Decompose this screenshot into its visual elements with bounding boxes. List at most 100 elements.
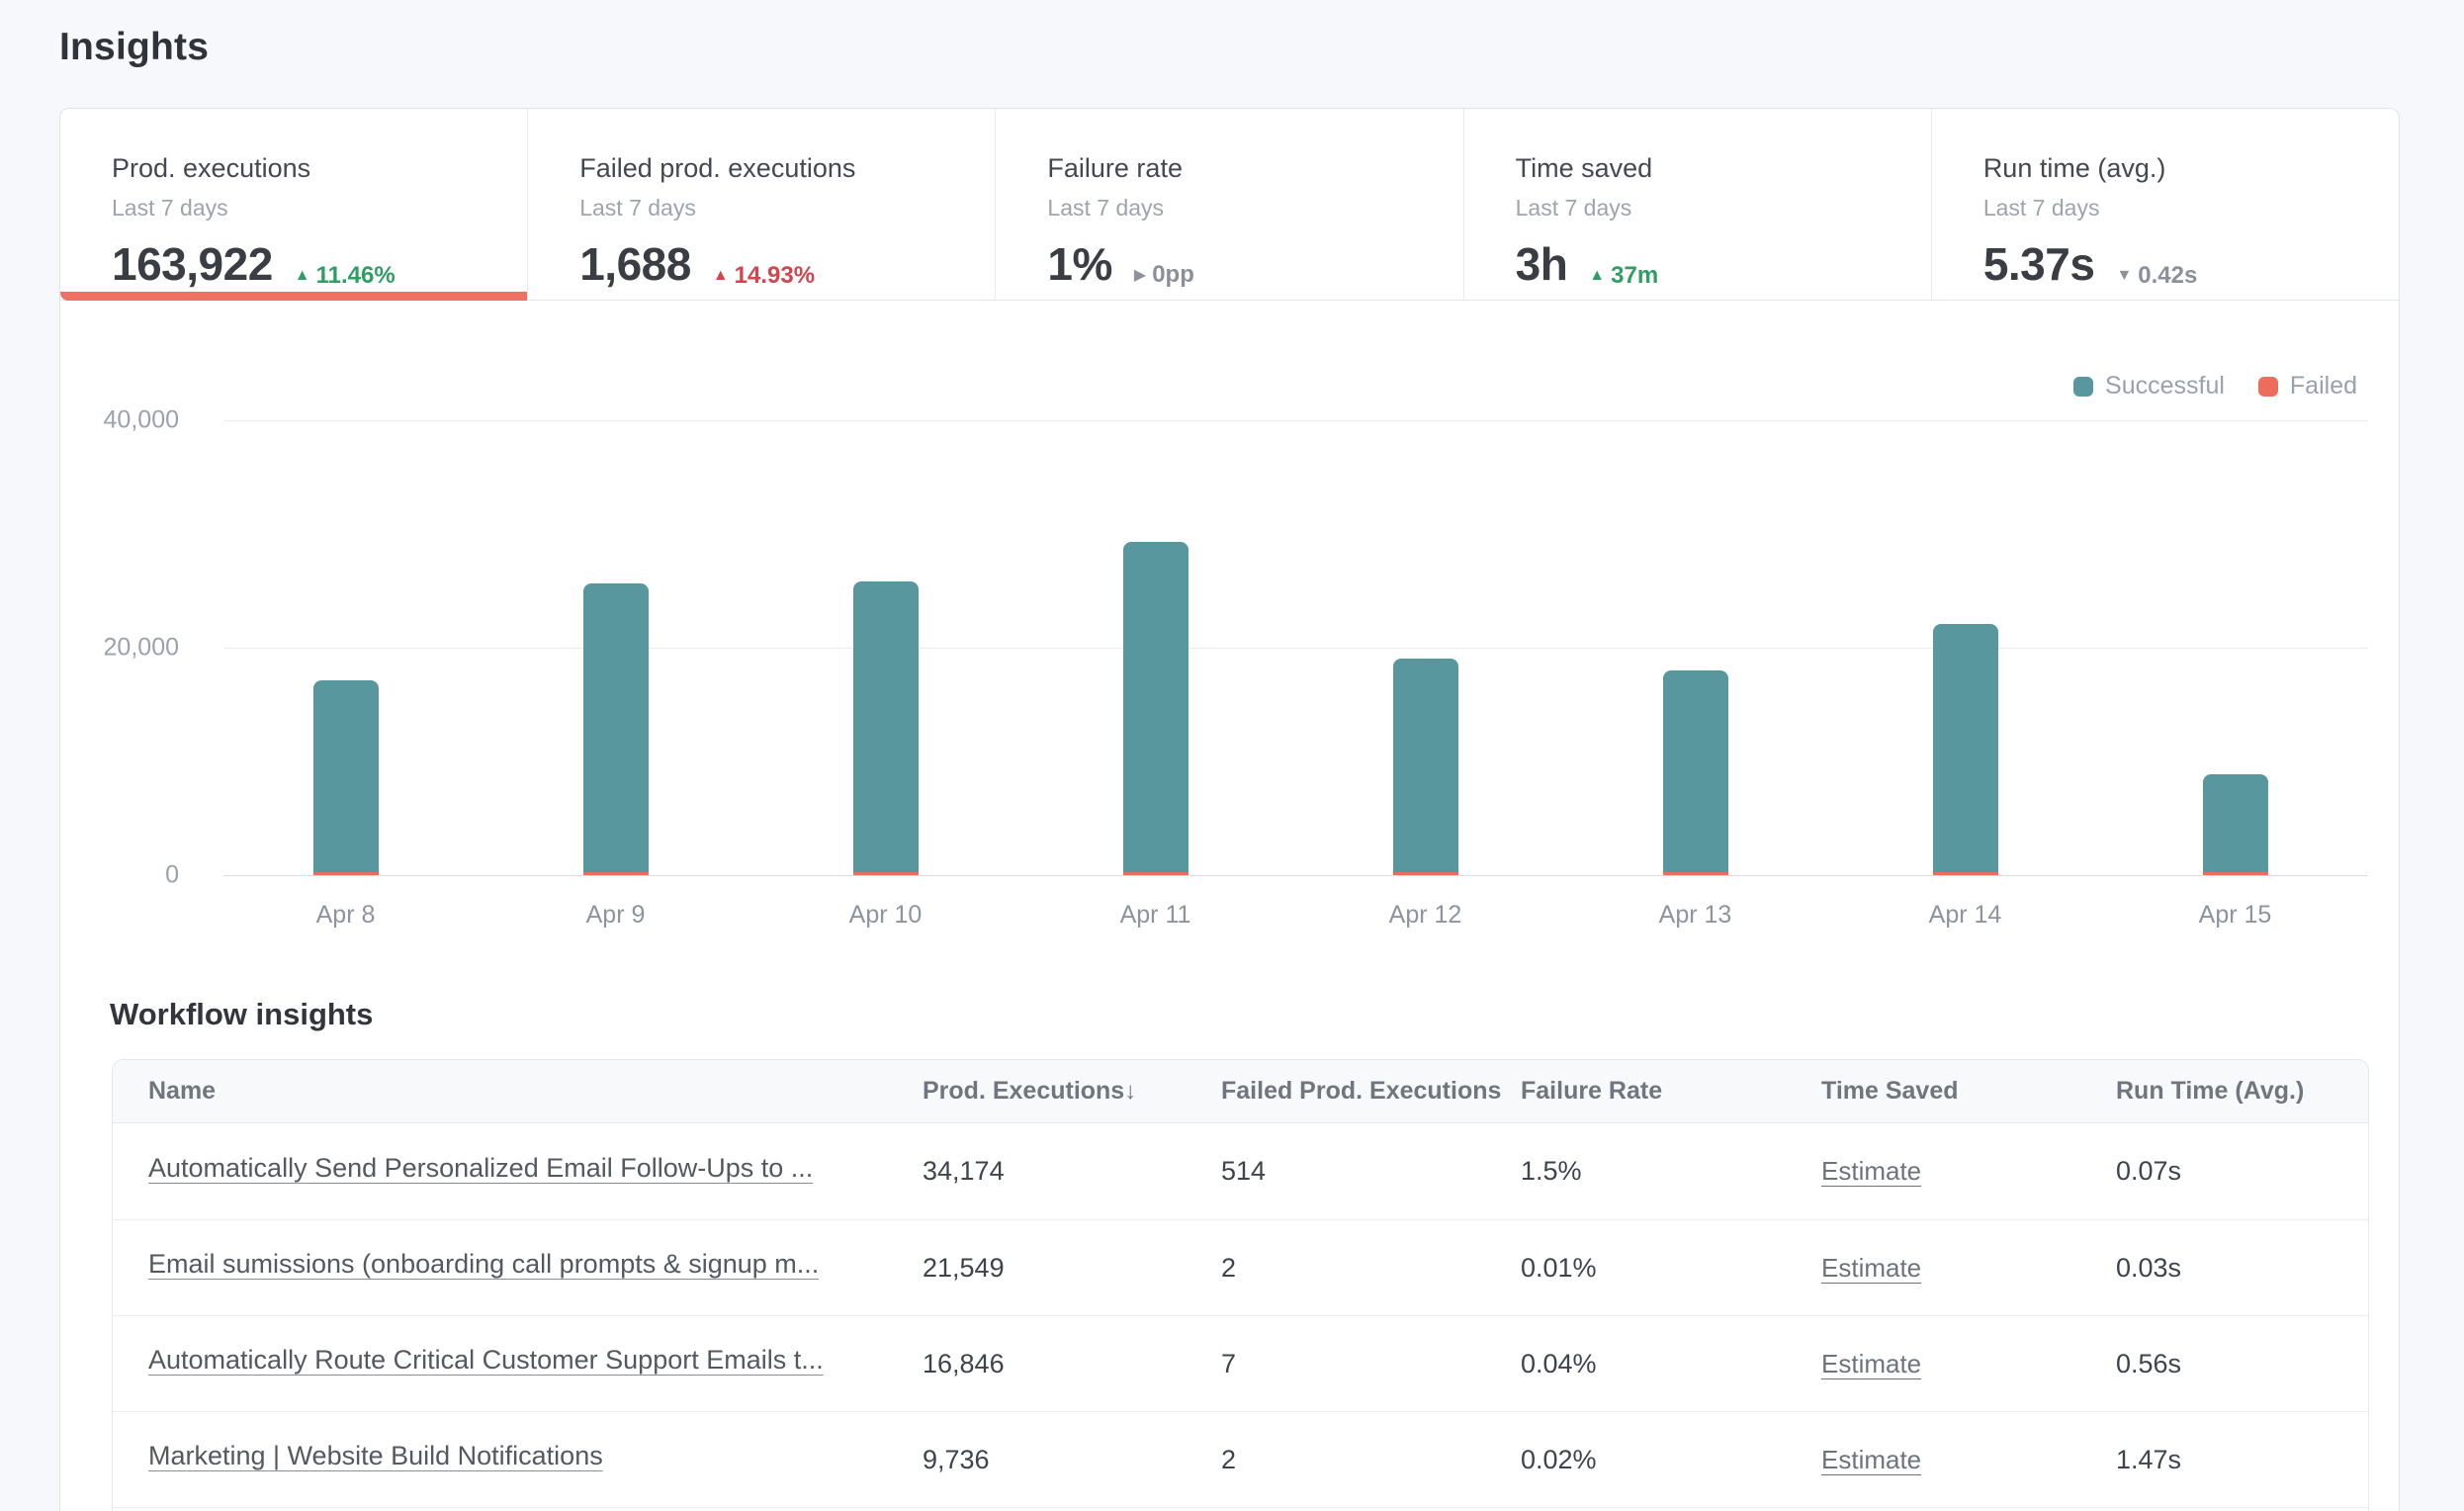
- metric-cards-row: Prod. executions Last 7 days 163,922 ▲ 1…: [60, 109, 2399, 301]
- run-time-value: 0.03s: [2116, 1253, 2369, 1284]
- failure-rate-value: 0.01%: [1521, 1253, 1821, 1284]
- card-run-time-avg[interactable]: Run time (avg.) Last 7 days 5.37s ▼ 0.42…: [1931, 109, 2399, 300]
- trend-up-icon: ▲: [713, 267, 729, 285]
- trend-value: 11.46%: [316, 262, 396, 290]
- successful-segment: [1123, 542, 1188, 872]
- failed-executions-value: 514: [1221, 1156, 1521, 1187]
- card-time-saved[interactable]: Time saved Last 7 days 3h ▲ 37m: [1463, 109, 1931, 300]
- failed-segment: [313, 872, 379, 875]
- estimate-link[interactable]: Estimate: [1821, 1349, 1921, 1378]
- run-time-value: 0.07s: [2116, 1156, 2369, 1187]
- trend-value: 0pp: [1152, 261, 1194, 289]
- estimate-link[interactable]: Estimate: [1821, 1253, 1921, 1283]
- card-value: 163,922: [112, 237, 273, 291]
- trend-badge: ▶ 0pp: [1134, 261, 1194, 289]
- bar-apr-11: [1123, 542, 1188, 875]
- failed-executions-value: 2: [1221, 1253, 1521, 1284]
- column-header-failed-executions[interactable]: Failed Prod. Executions: [1221, 1077, 1521, 1106]
- table-header-row: Name Prod. Executions↓ Failed Prod. Exec…: [113, 1060, 2368, 1123]
- selected-card-indicator: [60, 292, 527, 301]
- failed-segment: [1663, 872, 1728, 875]
- gridline: [223, 875, 2368, 876]
- table-row: Automatically Send Personalized Email Fo…: [113, 1123, 2368, 1219]
- successful-segment: [1663, 670, 1728, 872]
- trend-value: 14.93%: [735, 262, 815, 290]
- run-time-value: 1.47s: [2116, 1445, 2369, 1475]
- card-value: 1,688: [579, 237, 691, 291]
- bar-apr-12: [1393, 659, 1458, 875]
- x-axis-tick-label: Apr 14: [1929, 901, 2002, 930]
- trend-value: 0.42s: [2138, 262, 2197, 290]
- card-failure-rate[interactable]: Failure rate Last 7 days 1% ▶ 0pp: [995, 109, 1462, 300]
- card-period: Last 7 days: [1047, 195, 1433, 222]
- workflow-name-link[interactable]: Email sumissions (onboarding call prompt…: [148, 1249, 819, 1280]
- successful-segment: [1393, 659, 1458, 872]
- estimate-link[interactable]: Estimate: [1821, 1445, 1921, 1474]
- card-label: Failed prod. executions: [579, 152, 965, 186]
- trend-badge: ▲ 14.93%: [713, 262, 815, 290]
- workflow-insights-table: Name Prod. Executions↓ Failed Prod. Exec…: [112, 1059, 2369, 1511]
- workflow-insights-heading: Workflow insights: [110, 997, 373, 1032]
- successful-segment: [1933, 624, 1998, 872]
- legend-item-failed[interactable]: Failed: [2258, 372, 2357, 400]
- bar-apr-9: [583, 583, 649, 875]
- trend-badge: ▲ 11.46%: [295, 262, 396, 290]
- prod-executions-value: 34,174: [923, 1156, 1221, 1187]
- card-value: 3h: [1516, 237, 1568, 291]
- column-header-prod-executions[interactable]: Prod. Executions↓: [923, 1077, 1221, 1106]
- workflow-name-link[interactable]: Automatically Route Critical Customer Su…: [148, 1345, 824, 1376]
- trend-up-icon: ▲: [1589, 267, 1605, 285]
- successful-segment: [583, 583, 649, 872]
- y-axis-tick-label: 20,000: [41, 634, 179, 663]
- successful-segment: [313, 680, 379, 872]
- column-header-failure-rate[interactable]: Failure Rate: [1521, 1077, 1821, 1106]
- x-axis-tick-label: Apr 11: [1120, 901, 1191, 930]
- workflow-name-link[interactable]: Automatically Send Personalized Email Fo…: [148, 1153, 813, 1184]
- run-time-value: 0.56s: [2116, 1349, 2369, 1379]
- x-axis-tick-label: Apr 13: [1659, 901, 1732, 930]
- trend-badge: ▼ 0.42s: [2116, 262, 2197, 290]
- x-axis-tick-label: Apr 9: [586, 901, 646, 930]
- gridline: [223, 648, 2368, 649]
- card-label: Time saved: [1516, 152, 1901, 186]
- bar-apr-14: [1933, 624, 1998, 875]
- failed-segment: [583, 872, 649, 875]
- column-header-label: Prod. Executions: [923, 1077, 1124, 1105]
- successful-segment: [853, 581, 919, 872]
- failed-executions-value: 7: [1221, 1349, 1521, 1379]
- failed-segment: [1123, 872, 1188, 875]
- failed-segment: [853, 872, 919, 875]
- card-prod-executions[interactable]: Prod. executions Last 7 days 163,922 ▲ 1…: [60, 109, 527, 300]
- table-row: Automatically Route Critical Customer Su…: [113, 1315, 2368, 1411]
- failed-executions-value: 2: [1221, 1445, 1521, 1475]
- card-label: Run time (avg.): [1983, 152, 2369, 186]
- executions-bar-chart: Successful Failed 020,00040,000Apr 8Apr …: [60, 301, 2399, 1042]
- estimate-link[interactable]: Estimate: [1821, 1156, 1921, 1186]
- legend-label: Failed: [2290, 372, 2357, 400]
- card-value: 5.37s: [1983, 237, 2095, 291]
- x-axis-tick-label: Apr 10: [849, 901, 923, 930]
- bar-apr-13: [1663, 670, 1728, 875]
- gridline: [223, 420, 2368, 421]
- card-period: Last 7 days: [1983, 195, 2369, 222]
- card-period: Last 7 days: [579, 195, 965, 222]
- failure-rate-value: 0.02%: [1521, 1445, 1821, 1475]
- failed-legend-swatch-icon: [2258, 377, 2278, 397]
- workflow-name-link[interactable]: Marketing | Website Build Notifications: [148, 1441, 603, 1471]
- card-period: Last 7 days: [1516, 195, 1901, 222]
- x-axis-tick-label: Apr 15: [2199, 901, 2272, 930]
- insights-panel: Prod. executions Last 7 days 163,922 ▲ 1…: [59, 108, 2400, 1511]
- failed-segment: [2203, 872, 2268, 875]
- prod-executions-value: 16,846: [923, 1349, 1221, 1379]
- legend-item-successful[interactable]: Successful: [2073, 372, 2225, 400]
- column-header-time-saved[interactable]: Time Saved: [1821, 1077, 2116, 1106]
- bar-apr-8: [313, 680, 379, 875]
- bar-apr-15: [2203, 774, 2268, 875]
- x-axis-tick-label: Apr 12: [1389, 901, 1462, 930]
- y-axis-tick-label: 0: [41, 861, 179, 890]
- table-row: Email sumissions (onboarding call prompt…: [113, 1219, 2368, 1315]
- column-header-name[interactable]: Name: [148, 1077, 923, 1106]
- page-title: Insights: [59, 26, 209, 69]
- card-failed-prod-executions[interactable]: Failed prod. executions Last 7 days 1,68…: [527, 109, 995, 300]
- column-header-run-time[interactable]: Run Time (Avg.): [2116, 1077, 2369, 1106]
